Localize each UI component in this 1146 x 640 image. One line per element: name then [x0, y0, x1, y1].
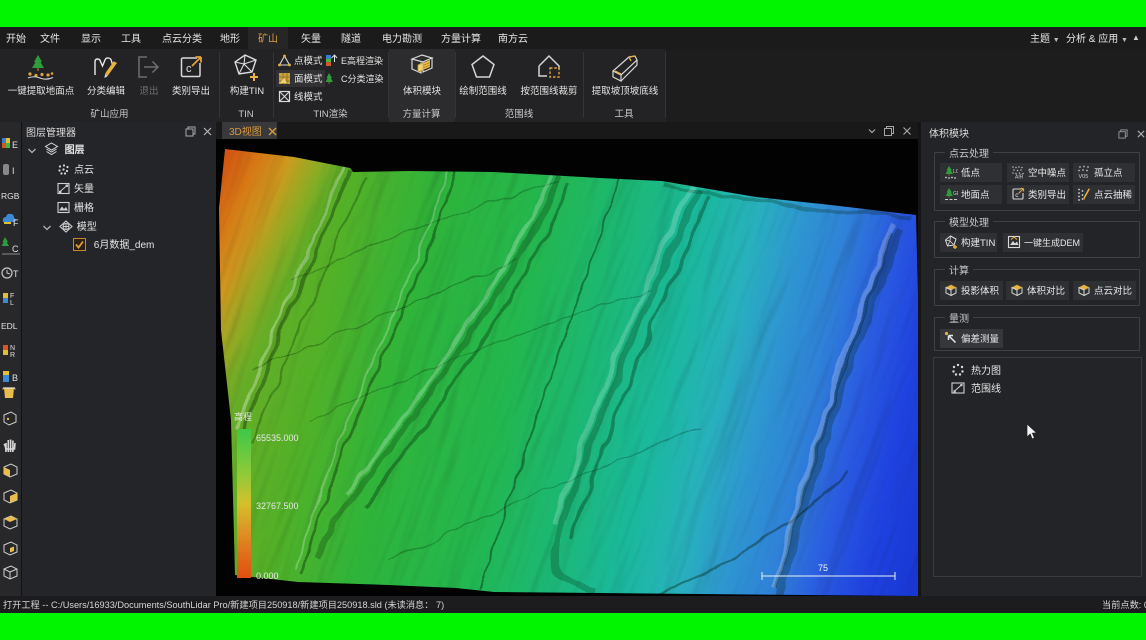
svg-text:0.000: 0.000: [256, 569, 279, 582]
svg-text:E: E: [12, 140, 18, 150]
svg-text:高程: 高程: [234, 410, 252, 423]
svg-text:AIR: AIR: [1015, 175, 1024, 180]
svg-text:75: 75: [818, 563, 828, 573]
svg-text:32767.500: 32767.500: [256, 499, 299, 512]
svg-text:EDL: EDL: [1, 321, 18, 331]
svg-text:L: L: [10, 300, 14, 307]
svg-text:c: c: [186, 63, 192, 75]
svg-text:F: F: [13, 218, 19, 228]
svg-text:N: N: [10, 345, 15, 352]
svg-text:GD: GD: [953, 191, 958, 197]
svg-text:T: T: [13, 269, 19, 279]
svg-text:V05: V05: [1079, 174, 1089, 179]
svg-text:F: F: [10, 293, 14, 300]
svg-text:R: R: [10, 352, 15, 359]
svg-text:RGB: RGB: [1, 191, 20, 201]
svg-text:I: I: [12, 166, 15, 176]
svg-text:65535.000: 65535.000: [256, 431, 299, 444]
svg-text:C: C: [12, 244, 19, 254]
svg-text:B: B: [12, 373, 18, 383]
svg-text:LOW: LOW: [953, 169, 958, 175]
